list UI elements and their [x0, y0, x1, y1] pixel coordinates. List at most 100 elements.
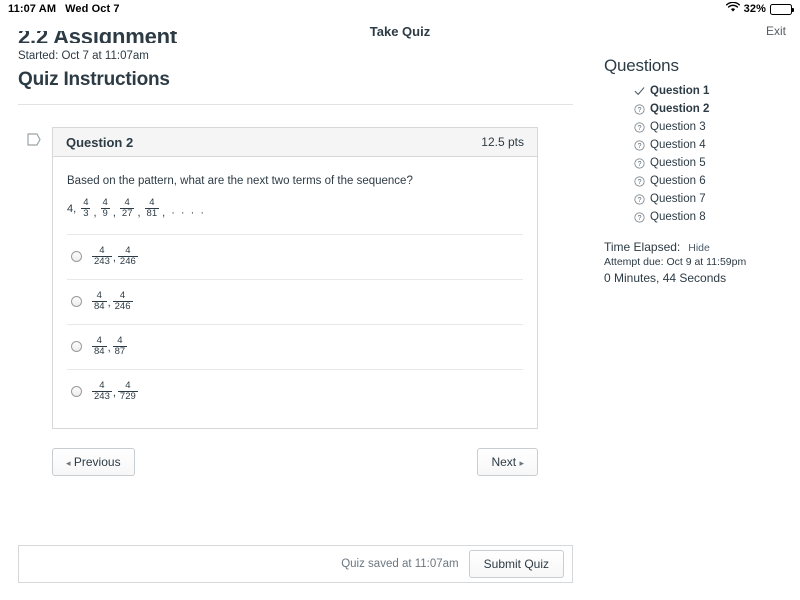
answer-fraction: 4 246 — [118, 246, 138, 267]
question-box: Question 2 12.5 pts Based on the pattern… — [52, 127, 538, 429]
ios-status-bar: 11:07 AM Wed Oct 7 32% — [0, 0, 800, 18]
sidebar-item-label: Question 2 — [650, 103, 709, 115]
fraction-denominator: 3 — [81, 208, 90, 219]
radio-button[interactable] — [71, 386, 82, 397]
radio-button[interactable] — [71, 296, 82, 307]
answer-separator: , — [113, 387, 116, 402]
question-icon: ? — [634, 176, 645, 187]
svg-text:?: ? — [638, 143, 642, 150]
fraction-denominator: 729 — [118, 391, 138, 402]
answer-option-2[interactable]: 4 84 , 4 246 — [67, 279, 523, 324]
sidebar-heading: Questions — [604, 44, 800, 76]
answer-fraction: 4 84 — [92, 336, 107, 357]
answer-option-math: 4 84 , 4 246 — [91, 291, 134, 312]
quiz-instructions-heading: Quiz Instructions — [18, 69, 574, 91]
sidebar-item-question-2[interactable]: ? Question 2 — [634, 100, 800, 118]
next-button[interactable]: Next ▸ — [477, 448, 538, 476]
answer-separator: , — [108, 297, 111, 312]
answer-option-math: 4 243 , 4 729 — [91, 381, 139, 402]
answer-option-1[interactable]: 4 243 , 4 246 — [67, 234, 523, 279]
fraction-numerator: 4 — [123, 246, 132, 256]
radio-button[interactable] — [71, 251, 82, 262]
fraction-numerator: 4 — [95, 291, 104, 301]
previous-button-label: Previous — [74, 455, 121, 469]
answer-option-4[interactable]: 4 243 , 4 729 — [67, 369, 523, 414]
sidebar-item-label: Question 4 — [650, 139, 706, 151]
question-sequence: 4, 4 3 , 4 9 , 4 27 — [67, 196, 523, 222]
sidebar-item-label: Question 8 — [650, 211, 706, 223]
fraction-numerator: 4 — [101, 198, 110, 208]
question-body: Based on the pattern, what are the next … — [53, 157, 537, 428]
sidebar-item-question-8[interactable]: ? Question 8 — [634, 208, 800, 226]
status-bar-time: 11:07 AM — [8, 3, 56, 15]
sequence-separator: , — [137, 207, 140, 222]
arrow-right-icon: ▸ — [519, 458, 524, 468]
answer-fraction: 4 87 — [113, 336, 128, 357]
elapsed-time-value: 0 Minutes, 44 Seconds — [604, 271, 800, 285]
arrow-left-icon: ◂ — [66, 458, 71, 468]
sidebar-item-question-5[interactable]: ? Question 5 — [634, 154, 800, 172]
question-icon: ? — [634, 140, 645, 151]
radio-button[interactable] — [71, 341, 82, 352]
answer-fraction: 4 243 — [92, 381, 112, 402]
sidebar-item-question-6[interactable]: ? Question 6 — [634, 172, 800, 190]
exit-button[interactable]: Exit — [766, 24, 786, 38]
answer-separator: , — [113, 252, 116, 267]
quiz-main-column: 2.2 Assignment Started: Oct 7 at 11:07am… — [0, 44, 592, 600]
check-icon — [634, 86, 645, 97]
svg-text:?: ? — [638, 125, 642, 132]
sidebar-item-label: Question 5 — [650, 157, 706, 169]
question-container: Question 2 12.5 pts Based on the pattern… — [18, 127, 538, 429]
answer-fraction: 4 84 — [92, 291, 107, 312]
fraction-denominator: 87 — [113, 346, 128, 357]
svg-text:?: ? — [638, 197, 642, 204]
answer-fraction: 4 246 — [113, 291, 133, 312]
section-divider — [18, 104, 573, 105]
fraction-denominator: 243 — [92, 256, 112, 267]
status-bar-date: Wed Oct 7 — [65, 3, 120, 15]
sequence-term: 4 9 — [101, 198, 110, 219]
sidebar-item-label: Question 7 — [650, 193, 706, 205]
sidebar-item-question-4[interactable]: ? Question 4 — [634, 136, 800, 154]
answer-fraction: 4 729 — [118, 381, 138, 402]
answer-option-math: 4 84 , 4 87 — [91, 336, 128, 357]
previous-button[interactable]: ◂ Previous — [52, 448, 135, 476]
questions-sidebar: Questions Question 1 ? Question 2 — [604, 44, 800, 285]
sequence-term: 4 27 — [120, 198, 135, 219]
sidebar-item-question-7[interactable]: ? Question 7 — [634, 190, 800, 208]
sidebar-question-list: Question 1 ? Question 2 ? — [604, 82, 800, 226]
sequence-lead-term: 4, — [67, 203, 76, 215]
submit-quiz-button[interactable]: Submit Quiz — [469, 550, 564, 578]
next-button-label: Next — [491, 455, 516, 469]
sidebar-item-label: Question 1 — [650, 85, 709, 97]
answer-separator: , — [108, 342, 111, 357]
status-bar-right: 32% — [726, 2, 792, 16]
fraction-numerator: 4 — [97, 381, 106, 391]
answer-fraction: 4 243 — [92, 246, 112, 267]
answer-option-3[interactable]: 4 84 , 4 87 — [67, 324, 523, 369]
wifi-icon — [726, 2, 740, 16]
fraction-numerator: 4 — [147, 198, 156, 208]
time-elapsed-panel: Time Elapsed: Hide Attempt due: Oct 9 at… — [604, 240, 800, 285]
fraction-numerator: 4 — [115, 336, 124, 346]
sidebar-item-question-3[interactable]: ? Question 3 — [634, 118, 800, 136]
sidebar-item-label: Question 3 — [650, 121, 706, 133]
battery-percent-label: 32% — [744, 3, 766, 15]
sequence-separator: , — [93, 207, 96, 222]
fraction-denominator: 81 — [145, 208, 160, 219]
sequence-ellipsis: · · · · — [171, 207, 205, 222]
time-elapsed-label: Time Elapsed: — [604, 240, 680, 254]
question-icon: ? — [634, 212, 645, 223]
fraction-numerator: 4 — [95, 336, 104, 346]
question-icon: ? — [634, 158, 645, 169]
hide-timer-button[interactable]: Hide — [688, 242, 710, 254]
sidebar-item-question-1[interactable]: Question 1 — [634, 82, 800, 100]
sequence-separator: , — [113, 207, 116, 222]
flag-icon[interactable] — [26, 131, 42, 148]
fraction-denominator: 246 — [113, 301, 133, 312]
svg-text:?: ? — [638, 107, 642, 114]
quiz-saved-status: Quiz saved at 11:07am — [341, 558, 458, 570]
quiz-title: 2.2 Assignment — [18, 31, 574, 43]
sequence-separator: , — [162, 207, 165, 222]
sequence-term: 4 3 — [81, 198, 90, 219]
